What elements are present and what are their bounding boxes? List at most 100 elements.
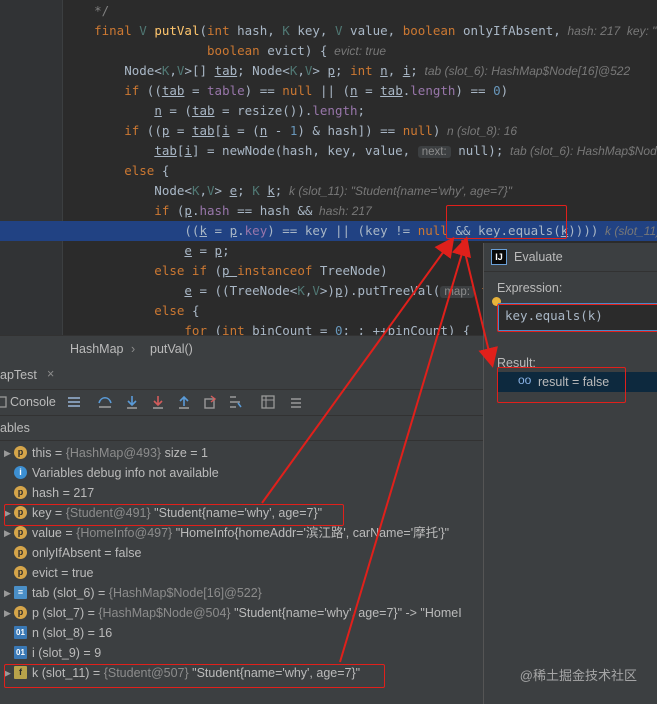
code-token: tab <box>214 63 238 78</box>
code-token: hash <box>199 203 230 218</box>
code-line[interactable]: Node<K,V> e; K k; k (slot_11): "Student{… <box>64 181 657 201</box>
close-tab-icon[interactable]: × <box>47 367 54 381</box>
step-over-icon[interactable] <box>97 394 113 410</box>
evaluate-title-bar[interactable]: IJ Evaluate <box>484 243 657 272</box>
code-line-highlighted[interactable]: ((k = p.key) == key || (key != null && k… <box>62 221 657 241</box>
console-icon[interactable] <box>0 394 8 410</box>
drop-frame-icon[interactable] <box>202 394 218 410</box>
code-token: , <box>169 63 177 78</box>
variable-row[interactable]: 01 n (slot_8) = 16 <box>0 623 483 643</box>
parameter-hint: next: <box>417 146 451 158</box>
variable-row[interactable]: p evict = true <box>0 563 483 583</box>
code-token: || ( <box>319 83 351 98</box>
code-token: TreeNode) <box>319 263 388 278</box>
array-icon: ≡ <box>14 586 27 599</box>
variable-row[interactable]: p onlyIfAbsent = false <box>0 543 483 563</box>
code-token: k <box>199 223 207 238</box>
code-token: e <box>184 283 192 298</box>
variable-val: 16 <box>98 626 113 640</box>
variable-row[interactable]: p hash = 217 <box>0 483 483 503</box>
inline-debug-value: evict: true <box>327 44 387 58</box>
variable-ref: {HashMap$Node@504} <box>98 606 231 620</box>
code-line[interactable]: tab[i] = newNode(hash, key, value, next:… <box>64 141 657 161</box>
variable-row[interactable]: 01 i (slot_9) = 9 <box>0 643 483 663</box>
code-token: = <box>169 123 192 138</box>
code-line[interactable]: if (p.hash == hash && hash: 217 <box>64 201 657 221</box>
code-token: int <box>350 63 381 78</box>
code-line[interactable]: */ <box>64 1 657 21</box>
force-step-into-icon[interactable] <box>150 394 166 410</box>
code-token: V <box>207 183 215 198</box>
variable-name: hash <box>32 486 60 500</box>
variable-text: onlyIfAbsent = false <box>32 543 141 563</box>
variable-eq: = <box>51 446 66 460</box>
variable-row[interactable]: ▶ ≡ tab (slot_6) = {HashMap$Node[16]@522} <box>0 583 483 603</box>
code-token: , <box>387 63 403 78</box>
code-token: boolean <box>64 43 268 58</box>
variable-val: 217 <box>73 486 95 500</box>
code-line[interactable]: final V putVal(int hash, K key, V value,… <box>64 21 657 41</box>
annotation-box-key-var <box>4 504 344 526</box>
code-token: i <box>184 143 192 158</box>
step-into-icon[interactable] <box>124 394 140 410</box>
code-line[interactable]: boolean evict) { evict: true <box>64 41 657 61</box>
expand-arrow-icon[interactable]: ▶ <box>4 523 11 543</box>
code-token: K <box>282 23 298 38</box>
parameter-icon: p <box>14 526 27 539</box>
breadcrumb-method[interactable]: putVal() <box>150 342 193 356</box>
debug-session-tab[interactable]: apTest × <box>0 363 483 390</box>
code-token: i <box>222 123 230 138</box>
code-line[interactable]: if ((p = tab[i = (n - 1) & hash]) == nul… <box>64 121 657 141</box>
variable-text: p (slot_7) = {HashMap$Node@504} "Student… <box>32 603 462 623</box>
console-tab[interactable]: Console <box>10 395 56 409</box>
code-token: (( <box>146 83 162 98</box>
code-token: tab <box>161 83 185 98</box>
code-line[interactable]: if ((tab = table) == null || (n = tab.le… <box>64 81 657 101</box>
variables-title: ables <box>0 421 30 435</box>
inline-debug-value: k (slot_11): "S <box>605 224 657 238</box>
code-token: ) == <box>455 83 494 98</box>
code-token: = ( <box>161 103 192 118</box>
evaluate-title: Evaluate <box>514 250 563 264</box>
expand-arrow-icon[interactable]: ▶ <box>4 443 11 463</box>
variable-row[interactable]: ▶ p this = {HashMap@493} size = 1 <box>0 443 483 463</box>
menu-lines-icon[interactable] <box>66 394 82 410</box>
watermark: @稀土掘金技术社区 <box>519 668 637 683</box>
code-token: tab <box>380 83 403 98</box>
expand-arrow-icon[interactable]: ▶ <box>4 603 11 623</box>
parameter-icon: p <box>14 606 27 619</box>
code-line[interactable]: Node<K,V>[] tab; Node<K,V> p; int n, i; … <box>64 61 657 81</box>
code-token: tab <box>191 103 215 118</box>
code-token: ; <box>357 103 366 118</box>
variable-row[interactable]: i Variables debug info not available <box>0 463 483 483</box>
variable-val: false <box>115 546 142 560</box>
evaluate-expression-icon[interactable] <box>260 394 276 410</box>
code-token: ).putTreeVal( <box>342 283 441 298</box>
inline-debug-value: tab (slot_6): HashMap$Node[16]@522 <box>417 64 631 78</box>
variables-header: ables <box>0 416 483 441</box>
variable-eq: = <box>79 646 95 660</box>
code-token: if <box>64 123 147 138</box>
more-settings-icon[interactable] <box>288 394 304 410</box>
code-token: p <box>214 243 223 258</box>
variable-row[interactable]: ▶ p value = {HomeInfo@497} "HomeInfo{homeA… <box>0 523 483 543</box>
code-token: tab <box>154 143 177 158</box>
variable-row[interactable]: ▶ p p (slot_7) = {HashMap$Node@504} "Stude… <box>0 603 483 623</box>
editor-gutter[interactable] <box>0 0 63 335</box>
variable-text: this = {HashMap@493} size = 1 <box>32 443 208 463</box>
code-line[interactable]: else { <box>64 161 657 181</box>
code-token: n <box>380 63 388 78</box>
code-token: ; <box>237 183 253 198</box>
code-line[interactable]: n = (tab = resize()).length; <box>64 101 657 121</box>
run-to-cursor-icon[interactable] <box>228 394 244 410</box>
code-token: length <box>312 103 358 118</box>
breadcrumb-class[interactable]: HashMap <box>70 342 124 356</box>
expand-arrow-icon[interactable]: ▶ <box>4 583 11 603</box>
step-out-icon[interactable] <box>176 394 192 410</box>
variable-ref: {HomeInfo@497} <box>76 526 173 540</box>
code-token: ) == key || (key != <box>267 223 418 238</box>
